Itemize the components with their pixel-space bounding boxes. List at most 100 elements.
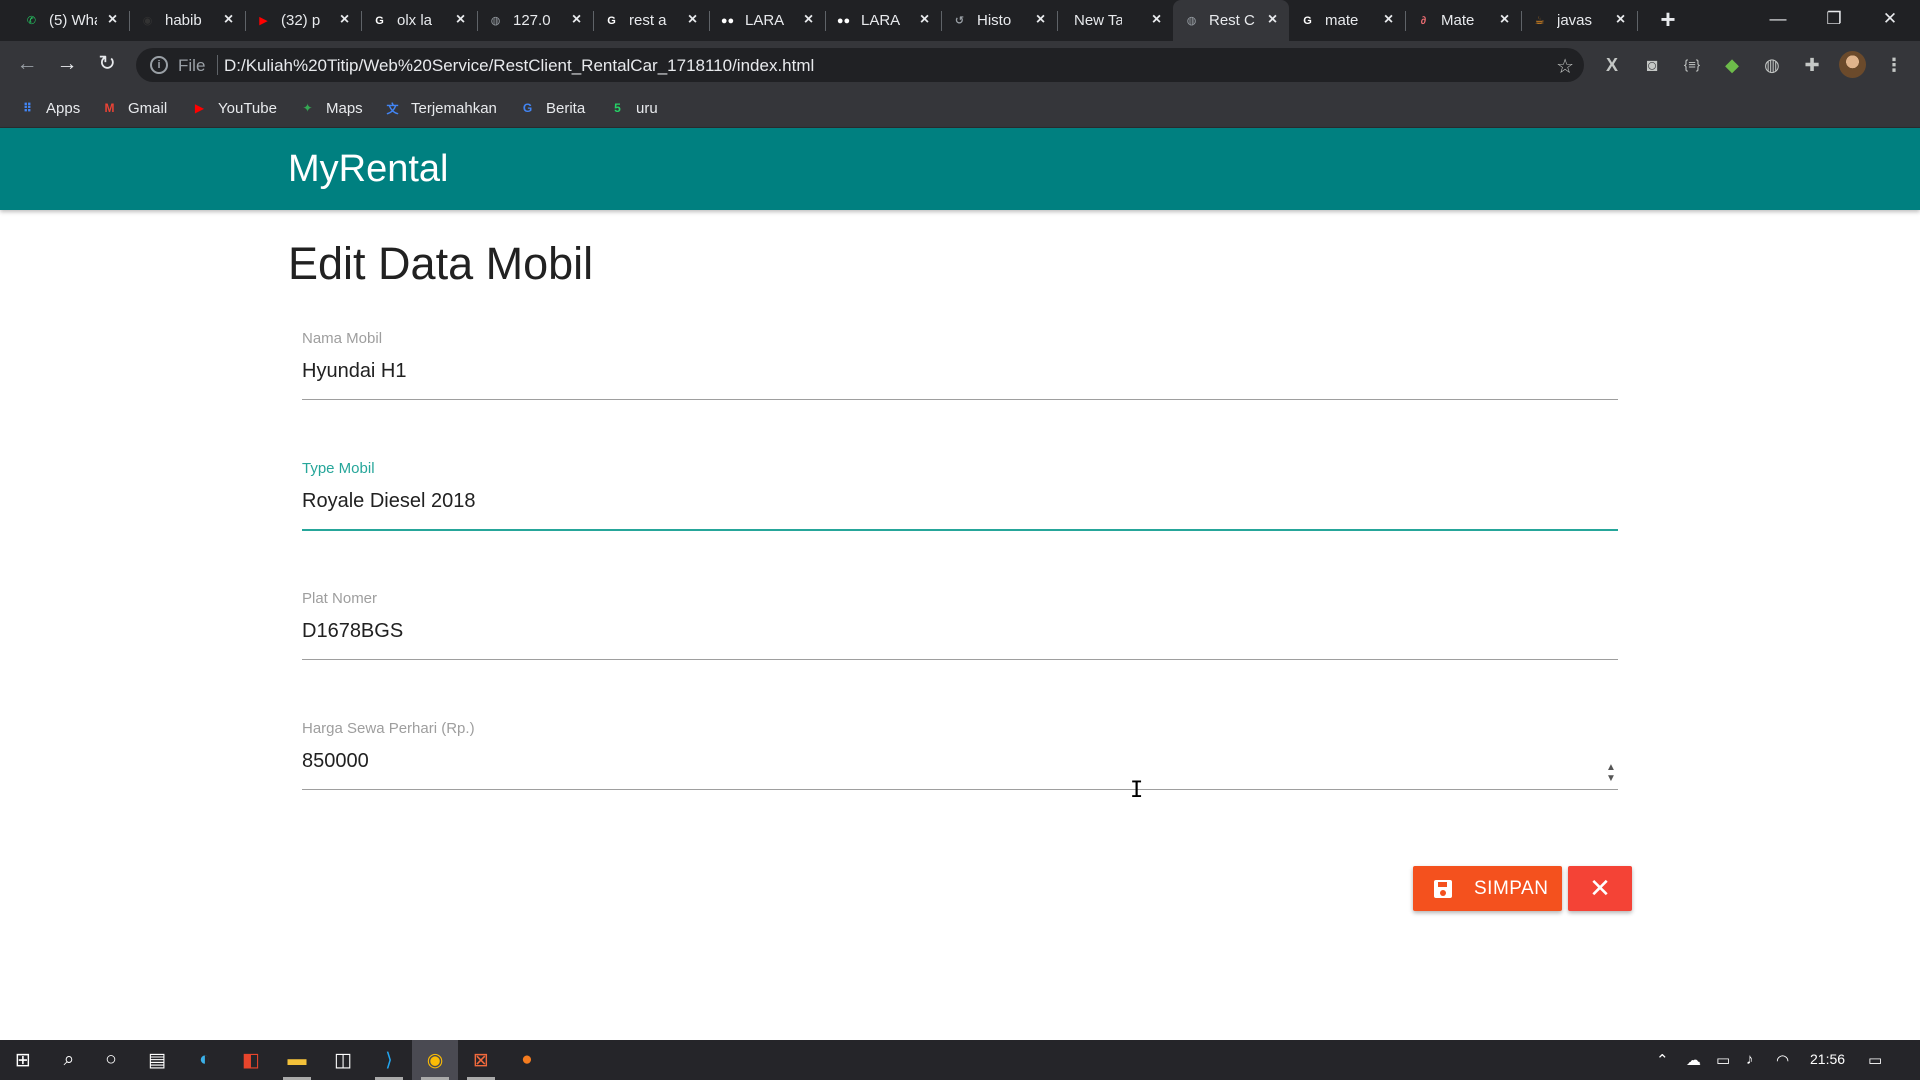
browser-toolbar: ← → ↻ i File D:/Kuliah%20Titip/Web%20Ser… — [0, 41, 1920, 88]
harga-sewa-field[interactable]: Harga Sewa Perhari (Rp.) 850000 ▲ ▼ — [302, 720, 1618, 790]
bookmark-star-icon[interactable]: ☆ — [1556, 54, 1574, 79]
close-tab-icon[interactable]: × — [914, 9, 935, 30]
onedrive-icon[interactable]: ☁ — [1686, 1051, 1701, 1069]
tab-title: 127.0 — [513, 12, 551, 29]
youtube-icon: ▶ — [259, 15, 268, 27]
camera-extension-icon[interactable]: ◙ — [1640, 53, 1664, 77]
gmail-icon: M — [104, 101, 115, 115]
profile-avatar[interactable] — [1839, 51, 1866, 78]
colorful-extension-icon[interactable]: ◆ — [1720, 53, 1744, 77]
tab-title: LARA — [745, 12, 785, 29]
vscode-icon[interactable]: ⟩ — [366, 1040, 412, 1080]
browser-tab[interactable]: ●● LARA × — [709, 0, 826, 41]
close-tab-icon[interactable]: × — [1146, 9, 1167, 30]
close-tab-icon[interactable]: × — [450, 9, 471, 30]
new-tab-button[interactable]: + — [1654, 6, 1682, 34]
browser-tab[interactable]: ∂ Mate × — [1405, 0, 1522, 41]
cortana-icon[interactable]: ○ — [88, 1040, 134, 1080]
file-explorer-icon[interactable]: ▬ — [274, 1040, 320, 1080]
search-icon[interactable]: ⌕ — [46, 1040, 92, 1080]
nama-mobil-field[interactable]: Nama Mobil Hyundai H1 — [302, 330, 1618, 400]
postman-icon[interactable]: ● — [504, 1040, 550, 1080]
x-extension-icon[interactable]: X — [1600, 53, 1624, 77]
browser-tab[interactable]: ◍ Rest C × — [1173, 0, 1289, 41]
forward-button[interactable]: → — [52, 49, 82, 79]
browser-tab[interactable]: ●● LARA × — [825, 0, 942, 41]
close-tab-icon[interactable]: × — [798, 9, 819, 30]
close-tab-icon[interactable]: × — [1030, 9, 1051, 30]
tab-title: (32) p — [281, 12, 321, 29]
globe-extension-icon[interactable]: ◍ — [1760, 53, 1784, 77]
browser-tab[interactable]: Golx la × — [361, 0, 478, 41]
bookmark-youtube[interactable]: ▶ YouTube — [190, 96, 277, 120]
browser-tab[interactable]: ◉ habib × — [129, 0, 246, 41]
globe-icon: ◍ — [1186, 15, 1197, 27]
close-tab-icon[interactable]: × — [1610, 9, 1631, 30]
bookmark-terjemahkan[interactable]: 文 Terjemahkan — [383, 96, 497, 120]
type-mobil-field[interactable]: Type Mobil Royale Diesel 2018 — [302, 460, 1618, 531]
bookmark-maps[interactable]: ✦ Maps — [298, 96, 362, 120]
browser-menu-icon[interactable]: ⋮ — [1882, 53, 1906, 77]
close-tab-icon[interactable]: × — [334, 9, 355, 30]
browser-tab[interactable]: ◍ 127.0 × — [477, 0, 594, 41]
json-extension-icon[interactable]: {≡} — [1680, 53, 1704, 77]
volume-icon[interactable]: ♪ — [1746, 1051, 1754, 1068]
close-tab-icon[interactable]: × — [566, 9, 587, 30]
bookmark-label: Terjemahkan — [411, 99, 497, 117]
task-view-icon[interactable]: ▤ — [134, 1040, 180, 1080]
bookmark-uru[interactable]: 5 uru — [608, 96, 658, 120]
tab-title: habib — [165, 12, 202, 29]
close-tab-icon[interactable]: × — [682, 9, 703, 30]
taskbar-clock[interactable]: 21:56 — [1810, 1051, 1845, 1067]
chrome-icon[interactable]: ◉ — [412, 1040, 458, 1080]
office-icon[interactable]: ◧ — [228, 1040, 274, 1080]
restore-button[interactable]: ❐ — [1806, 0, 1862, 41]
browser-tab[interactable]: Grest a × — [593, 0, 710, 41]
type-mobil-underline — [302, 529, 1618, 531]
bookmark-berita[interactable]: G Berita — [518, 96, 585, 120]
xampp-icon[interactable]: ⊠ — [458, 1040, 504, 1080]
browser-tab[interactable]: ▶ (32) p × — [245, 0, 362, 41]
store-icon[interactable]: ◫ — [320, 1040, 366, 1080]
browser-tab[interactable]: ☕ javas × — [1521, 0, 1638, 41]
edge-icon[interactable]: ◐ — [182, 1040, 228, 1080]
address-bar[interactable]: i File D:/Kuliah%20Titip/Web%20Service/R… — [136, 48, 1584, 82]
nama-mobil-input[interactable]: Hyundai H1 — [302, 360, 1618, 390]
site-info-icon[interactable]: i — [150, 56, 168, 74]
close-tab-icon[interactable]: × — [1494, 9, 1515, 30]
brand-logo[interactable]: MyRental — [288, 148, 449, 191]
bookmark-gmail[interactable]: M Gmail — [100, 96, 168, 120]
address-url[interactable]: D:/Kuliah%20Titip/Web%20Service/RestClie… — [224, 56, 814, 76]
plat-nomer-field[interactable]: Plat Nomer D1678BGS — [302, 590, 1618, 660]
plat-nomer-input[interactable]: D1678BGS — [302, 620, 1618, 650]
battery-icon[interactable]: ▭ — [1716, 1051, 1730, 1069]
windows-start-icon[interactable]: ⊞ — [0, 1040, 46, 1080]
reload-button[interactable]: ↻ — [92, 49, 122, 79]
show-hidden-icons-icon[interactable]: ⌃ — [1656, 1051, 1669, 1069]
browser-tab[interactable]: ✆ (5) WhatsApp × — [13, 0, 130, 41]
browser-tab[interactable]: ↺ Histo × — [941, 0, 1058, 41]
tab-title: Histo — [977, 12, 1012, 29]
close-tab-icon[interactable]: × — [1262, 9, 1283, 30]
wifi-icon[interactable]: ◠ — [1776, 1051, 1789, 1069]
google-icon: G — [1303, 14, 1312, 27]
back-button[interactable]: ← — [12, 49, 42, 79]
type-mobil-input[interactable]: Royale Diesel 2018 — [302, 490, 1618, 520]
plat-nomer-underline — [302, 659, 1618, 660]
simpan-button[interactable]: SIMPAN — [1413, 866, 1562, 911]
browser-tab[interactable]: Gmate × — [1289, 0, 1406, 41]
close-tab-icon[interactable]: × — [218, 9, 239, 30]
bookmark-apps[interactable]: ⠿ Apps — [18, 96, 80, 120]
harga-sewa-input[interactable]: 850000 — [302, 750, 1618, 780]
cancel-button[interactable]: ✕ — [1568, 866, 1632, 911]
number-spinner-icon[interactable]: ▲ ▼ — [1604, 762, 1618, 786]
simpan-label: SIMPAN — [1474, 877, 1549, 899]
close-tab-icon[interactable]: × — [102, 9, 123, 30]
close-window-button[interactable]: ✕ — [1862, 0, 1918, 41]
notifications-icon[interactable]: ▭ — [1868, 1051, 1882, 1069]
extensions-puzzle-icon[interactable]: ✚ — [1800, 53, 1824, 77]
minimize-button[interactable]: — — [1750, 0, 1806, 41]
browser-tab[interactable]: New Tab × — [1057, 0, 1173, 41]
java-icon: ☕ — [1534, 15, 1545, 27]
close-tab-icon[interactable]: × — [1378, 9, 1399, 30]
